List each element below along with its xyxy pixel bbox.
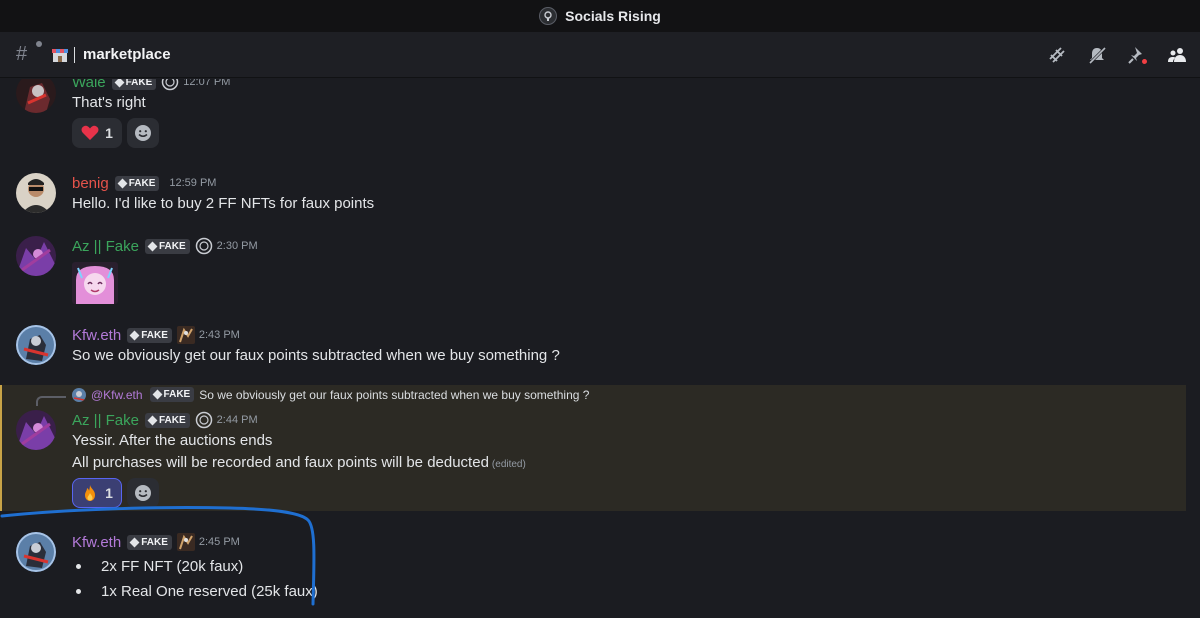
message-timestamp: 2:43 PM <box>198 329 240 341</box>
message-timestamp: 12:59 PM <box>169 177 217 189</box>
message-timestamp: 12:07 PM <box>183 79 231 88</box>
red-heart-icon <box>81 125 99 140</box>
members-icon[interactable] <box>1166 44 1188 66</box>
server-tag[interactable]: FAKE <box>144 238 190 254</box>
message-author[interactable]: benig <box>72 175 109 192</box>
message-author[interactable]: Kfw.eth <box>72 534 121 551</box>
reaction-count: 1 <box>105 485 113 501</box>
channel-name: marketplace <box>83 46 171 63</box>
add-reaction-button[interactable] <box>127 118 159 148</box>
message-author[interactable]: Az || Fake <box>72 238 139 255</box>
role-badge-icon[interactable] <box>176 533 195 551</box>
mute-icon[interactable] <box>1086 44 1108 66</box>
message-content-line: All purchases will be recorded and faux … <box>72 454 526 471</box>
window-titlebar: Socials Rising <box>0 0 1200 32</box>
edited-marker: (edited) <box>491 459 526 470</box>
server-tag[interactable]: FAKE <box>114 175 160 191</box>
server-tag[interactable]: FAKE <box>111 79 157 90</box>
message-author[interactable]: Wale <box>72 79 106 91</box>
server-tag[interactable]: FAKE <box>144 412 190 428</box>
reply-preview[interactable]: @Kfw.eth FAKE So we obviously get our fa… <box>72 387 589 402</box>
smiley-icon <box>135 485 151 501</box>
message-content-line: Yessir. After the auctions ends <box>72 432 273 449</box>
reply-author[interactable]: @Kfw.eth <box>91 388 143 402</box>
avatar[interactable] <box>16 532 56 572</box>
text-channel-icon: # <box>16 41 42 66</box>
message-content: So we obviously get our faux points subt… <box>72 347 560 364</box>
avatar[interactable] <box>16 173 56 213</box>
pin-notification-dot <box>1141 58 1148 65</box>
list-item: 1x Real One reserved (25k faux) <box>72 579 318 604</box>
message-list: Wale FAKE 12:07 PM That's right 1 benig … <box>0 79 1200 618</box>
sticker-image[interactable] <box>72 262 118 304</box>
fire-icon <box>85 485 96 501</box>
reply-connector <box>36 396 66 406</box>
reaction-heart[interactable]: 1 <box>72 118 122 148</box>
server-tag[interactable]: FAKE <box>127 327 172 343</box>
message-timestamp: 2:44 PM <box>216 414 258 426</box>
avatar[interactable] <box>16 410 56 450</box>
message-timestamp: 2:45 PM <box>198 536 240 548</box>
pin-icon[interactable] <box>1126 44 1148 66</box>
server-tag: FAKE <box>149 387 195 402</box>
avatar[interactable] <box>16 79 56 113</box>
reply-text: So we obviously get our faux points subt… <box>199 387 590 402</box>
message-content: Hello. I'd like to buy 2 FF NFTs for fau… <box>72 195 375 212</box>
channel-toolbar <box>1046 32 1200 78</box>
window-title: Socials Rising <box>565 8 661 24</box>
reaction-count: 1 <box>105 125 113 141</box>
role-badge-icon[interactable] <box>161 79 179 91</box>
bullet-list: 2x FF NFT (20k faux) 1x Real One reserve… <box>72 554 318 604</box>
message-timestamp: 2:30 PM <box>216 240 258 252</box>
channel-separator <box>74 46 75 63</box>
channel-header: # marketplace <box>0 32 1200 78</box>
server-icon <box>539 7 558 25</box>
list-item: 2x FF NFT (20k faux) <box>72 554 318 579</box>
message-content: That's right <box>72 94 146 111</box>
add-reaction-button[interactable] <box>127 478 159 508</box>
reply-avatar <box>72 387 86 402</box>
threads-icon[interactable] <box>1046 44 1068 66</box>
message-author[interactable]: Kfw.eth <box>72 327 121 344</box>
role-badge-icon[interactable] <box>176 326 195 344</box>
role-badge-icon[interactable] <box>195 237 213 255</box>
store-emoji-icon <box>52 47 68 63</box>
message-author[interactable]: Az || Fake <box>72 412 139 429</box>
server-tag[interactable]: FAKE <box>127 534 172 550</box>
role-badge-icon[interactable] <box>195 411 213 429</box>
smiley-icon <box>135 125 151 141</box>
avatar[interactable] <box>16 325 56 365</box>
avatar[interactable] <box>16 236 56 276</box>
reaction-fire[interactable]: 1 <box>72 478 122 508</box>
